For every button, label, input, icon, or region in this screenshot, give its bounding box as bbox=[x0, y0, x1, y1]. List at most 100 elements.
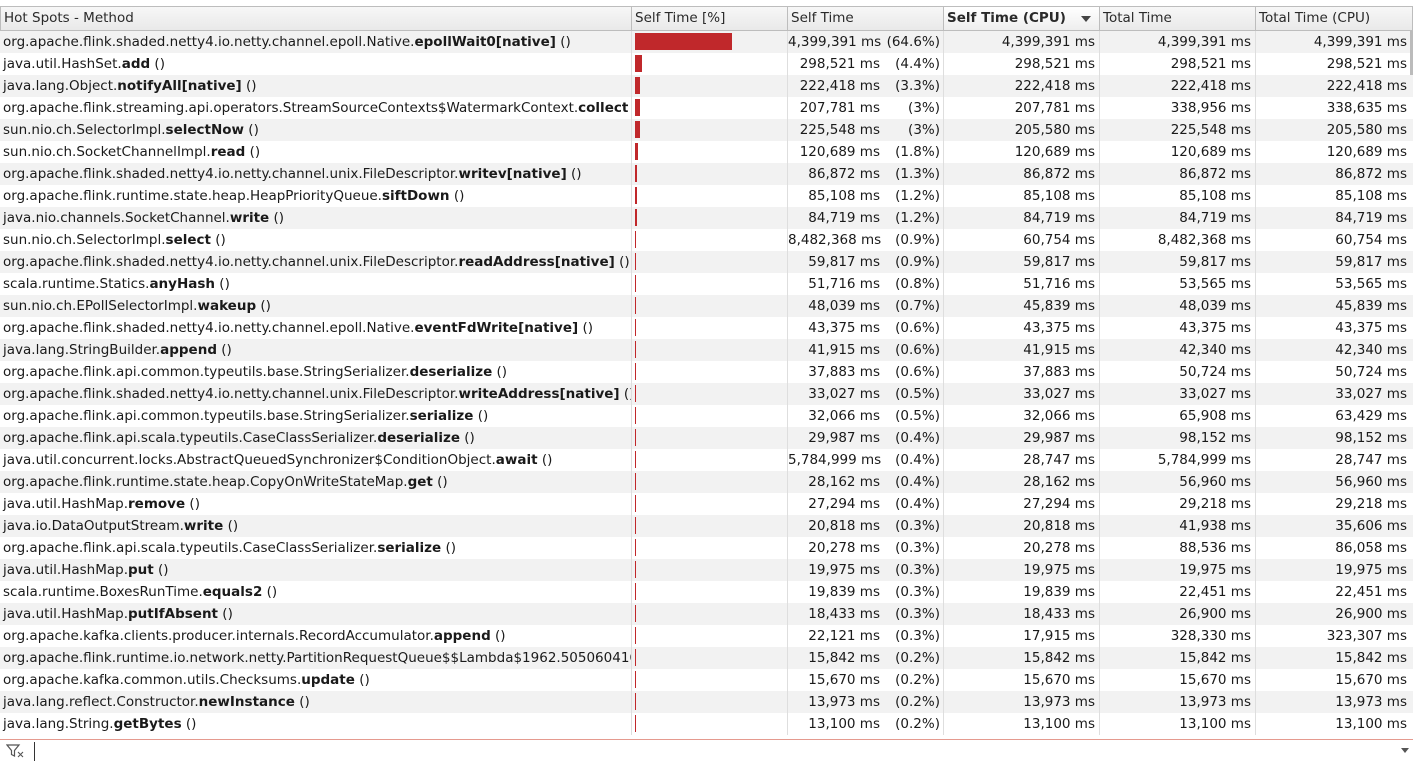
self-time-cell: 18,433 ms (0.3%) bbox=[788, 603, 944, 625]
self-time-cell: 86,872 ms (1.3%) bbox=[788, 163, 944, 185]
table-row[interactable]: sun.nio.ch.SelectorImpl.selectNow () 225,… bbox=[0, 119, 1413, 141]
self-time-percent: (0.3%) bbox=[895, 540, 940, 556]
self-time-cpu-cell: 29,987 ms bbox=[944, 427, 1100, 449]
table-row[interactable]: java.io.DataOutputStream.write () 20,818 … bbox=[0, 515, 1413, 537]
column-header-self-time-percent[interactable]: Self Time [%] bbox=[632, 6, 788, 31]
self-time-bar bbox=[635, 495, 636, 512]
column-header-total-time[interactable]: Total Time bbox=[1100, 6, 1256, 31]
table-row[interactable]: org.apache.flink.api.common.typeutils.ba… bbox=[0, 405, 1413, 427]
self-time-value: 33,027 ms bbox=[808, 386, 880, 402]
self-time-percent: (0.5%) bbox=[895, 408, 940, 424]
column-header-self-time[interactable]: Self Time bbox=[788, 6, 944, 31]
table-row[interactable]: java.util.HashMap.putIfAbsent () 18,433 m… bbox=[0, 603, 1413, 625]
total-time-cpu-cell: 323,307 ms bbox=[1326, 628, 1407, 644]
method-package: org.apache.flink.streaming.api.operators… bbox=[3, 100, 579, 116]
self-time-cpu-cell: 13,100 ms bbox=[944, 713, 1100, 735]
method-cell: java.util.HashMap.put () bbox=[0, 559, 632, 581]
filter-icon[interactable] bbox=[6, 744, 24, 758]
filter-dropdown-icon[interactable] bbox=[1401, 748, 1409, 753]
self-time-cpu-cell: 28,162 ms bbox=[944, 471, 1100, 493]
self-time-bar bbox=[635, 517, 636, 534]
filter-bar bbox=[0, 739, 1413, 762]
table-row[interactable]: java.util.concurrent.locks.AbstractQueue… bbox=[0, 449, 1413, 471]
self-time-percent-cell bbox=[632, 603, 788, 625]
table-row[interactable]: org.apache.flink.shaded.netty4.io.netty.… bbox=[0, 251, 1413, 273]
method-cell: org.apache.flink.shaded.netty4.io.netty.… bbox=[0, 31, 632, 53]
self-time-value: 15,842 ms bbox=[808, 650, 880, 666]
table-row[interactable]: sun.nio.ch.EPollSelectorImpl.wakeup () 48… bbox=[0, 295, 1413, 317]
method-package: java.util.concurrent.locks.AbstractQueue… bbox=[3, 452, 496, 468]
table-row[interactable]: org.apache.flink.api.common.typeutils.ba… bbox=[0, 361, 1413, 383]
column-header-method[interactable]: Hot Spots - Method bbox=[0, 6, 632, 31]
table-row[interactable]: org.apache.flink.api.scala.typeutils.Cas… bbox=[0, 427, 1413, 449]
table-row[interactable]: org.apache.flink.runtime.state.heap.Copy… bbox=[0, 471, 1413, 493]
self-time-percent-cell bbox=[632, 97, 788, 119]
column-header-total-time-cpu[interactable]: Total Time (CPU) bbox=[1256, 6, 1413, 31]
method-suffix: () bbox=[432, 474, 448, 490]
self-time-bar bbox=[635, 561, 636, 578]
self-time-percent-cell bbox=[632, 229, 788, 251]
method-suffix: () bbox=[490, 628, 506, 644]
method-name: writeAddress[native] bbox=[458, 386, 620, 402]
table-row[interactable]: java.util.HashSet.add () 298,521 ms (4.4%)… bbox=[0, 53, 1413, 75]
self-time-percent: (1.8%) bbox=[895, 144, 940, 160]
method-suffix: () bbox=[150, 56, 165, 72]
total-time-cpu-cell: 42,340 ms bbox=[1335, 342, 1407, 358]
table-row[interactable]: java.lang.String.getBytes () 13,100 ms (0.… bbox=[0, 713, 1413, 735]
method-cell: java.util.HashMap.putIfAbsent () bbox=[0, 603, 632, 625]
self-time-cpu-cell: 33,027 ms bbox=[944, 383, 1100, 405]
table-row[interactable]: org.apache.flink.shaded.netty4.io.netty.… bbox=[0, 31, 1413, 53]
table-row[interactable]: org.apache.flink.api.scala.typeutils.Cas… bbox=[0, 537, 1413, 559]
self-time-percent-cell bbox=[632, 581, 788, 603]
table-row[interactable]: java.nio.channels.SocketChannel.write ()… bbox=[0, 207, 1413, 229]
method-cell: java.nio.channels.SocketChannel.write () bbox=[0, 207, 632, 229]
method-name: notifyAll[native] bbox=[117, 78, 242, 94]
method-suffix: () bbox=[241, 78, 257, 94]
method-package: java.util.HashMap. bbox=[3, 606, 129, 622]
table-row[interactable]: org.apache.flink.streaming.api.operators… bbox=[0, 97, 1413, 119]
table-body: org.apache.flink.shaded.netty4.io.netty.… bbox=[0, 31, 1413, 735]
total-time-cell: 19,975 ms bbox=[1100, 559, 1256, 581]
table-row[interactable]: org.apache.kafka.clients.producer.intern… bbox=[0, 625, 1413, 647]
table-row[interactable]: java.lang.StringBuilder.append () 41,915 … bbox=[0, 339, 1413, 361]
self-time-value: 48,039 ms bbox=[808, 298, 880, 314]
table-row[interactable]: org.apache.flink.runtime.io.network.nett… bbox=[0, 647, 1413, 669]
self-time-percent-cell bbox=[632, 537, 788, 559]
self-time-cell: 207,781 ms (3%) bbox=[788, 97, 944, 119]
method-name: wakeup bbox=[197, 298, 257, 314]
self-time-percent: (0.2%) bbox=[895, 716, 940, 732]
method-suffix: () bbox=[262, 584, 278, 600]
table-row[interactable]: org.apache.flink.shaded.netty4.io.netty.… bbox=[0, 317, 1413, 339]
table-row[interactable]: java.util.HashMap.put () 19,975 ms (0.3%) 1… bbox=[0, 559, 1413, 581]
table-row[interactable]: java.lang.Object.notifyAll[native] () 222… bbox=[0, 75, 1413, 97]
total-time-cpu-cell: 60,754 ms bbox=[1335, 232, 1407, 248]
self-time-cpu-cell: 43,375 ms bbox=[944, 317, 1100, 339]
table-row[interactable]: org.apache.flink.shaded.netty4.io.netty.… bbox=[0, 383, 1413, 405]
total-time-cpu-cell: 205,580 ms bbox=[1326, 122, 1407, 138]
table-row[interactable]: org.apache.flink.runtime.state.heap.Heap… bbox=[0, 185, 1413, 207]
self-time-value: 19,975 ms bbox=[808, 562, 880, 578]
filter-input[interactable] bbox=[34, 742, 1379, 761]
table-row[interactable]: sun.nio.ch.SocketChannelImpl.read () 120,… bbox=[0, 141, 1413, 163]
self-time-cpu-cell: 222,418 ms bbox=[944, 75, 1100, 97]
table-row[interactable]: scala.runtime.Statics.anyHash () 51,716 m… bbox=[0, 273, 1413, 295]
self-time-percent-cell bbox=[632, 163, 788, 185]
total-time-cell: 120,689 ms bbox=[1100, 141, 1256, 163]
method-suffix: () bbox=[537, 452, 553, 468]
table-row[interactable]: scala.runtime.BoxesRunTime.equals2 () 19,… bbox=[0, 581, 1413, 603]
table-row[interactable]: org.apache.flink.shaded.netty4.io.netty.… bbox=[0, 163, 1413, 185]
method-name: deserialize bbox=[409, 364, 493, 380]
column-header-self-time-cpu[interactable]: Self Time (CPU) bbox=[944, 6, 1100, 31]
self-time-value: 29,987 ms bbox=[808, 430, 880, 446]
self-time-bar bbox=[635, 429, 636, 446]
self-time-cell: 37,883 ms (0.6%) bbox=[788, 361, 944, 383]
table-row[interactable]: org.apache.kafka.common.utils.Checksums.… bbox=[0, 669, 1413, 691]
self-time-bar bbox=[635, 627, 636, 644]
self-time-percent: (0.3%) bbox=[895, 584, 940, 600]
table-row[interactable]: java.lang.reflect.Constructor.newInstanc… bbox=[0, 691, 1413, 713]
table-row[interactable]: sun.nio.ch.SelectorImpl.select () 8,482,3… bbox=[0, 229, 1413, 251]
method-package: org.apache.flink.api.scala.typeutils.Cas… bbox=[3, 430, 378, 446]
self-time-cpu-cell: 60,754 ms bbox=[944, 229, 1100, 251]
self-time-value: 298,521 ms bbox=[799, 56, 880, 72]
table-row[interactable]: java.util.HashMap.remove () 27,294 ms (0.4… bbox=[0, 493, 1413, 515]
